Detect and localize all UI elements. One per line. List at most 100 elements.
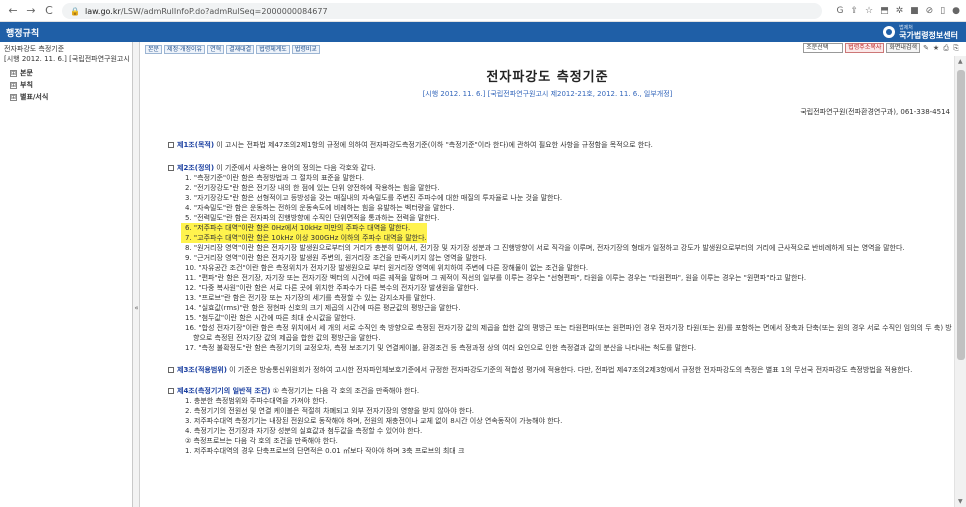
copy-law-address-button[interactable]: 법령주소복사 — [845, 43, 885, 53]
site-title: 행정규칙 — [6, 28, 40, 39]
browser-extension-icon[interactable]: ■ — [910, 6, 919, 16]
article-body: 이 기준은 방송통신위원회가 정하여 고시한 전자파인체보호기준에서 규정한 전… — [226, 366, 913, 374]
scroll-down-icon[interactable]: ▼ — [958, 498, 963, 505]
browser-extension-icon[interactable]: G — [836, 6, 843, 16]
browser-toolbar: ← → C 🔒 law.go.kr /LSW/admRulInfoP.do?ad… — [0, 0, 966, 22]
article-heading: 제4조(측정기기의 일반적 조건) ① 측정기기는 다음 각 호의 조건을 만족… — [141, 386, 954, 396]
in-page-search-button[interactable]: 화면내검색 — [886, 43, 920, 53]
article-body: ① 측정기기는 다음 각 호의 조건을 만족해야 한다. — [270, 387, 420, 395]
article: 제2조(정의) 이 기준에서 사용하는 용어의 정의는 다음 각호와 같다. 1.… — [141, 163, 954, 353]
tree-item-appendix[interactable]: ⊞ 별표/서식 — [0, 91, 132, 103]
logo-mark-icon — [883, 26, 896, 38]
tree-item-label: 부칙 — [20, 81, 33, 89]
tree-item-body[interactable]: ⊞ 본문 — [0, 67, 132, 79]
list-item: 13. "프로브"란 함은 전기장 또는 자기장의 세기를 측정할 수 있는 감… — [185, 294, 436, 302]
document-toolbar: 본문 제정·개정이유 연혁 결재대결 법령체계도 법령비교 조문선택 법령주소복… — [141, 42, 966, 56]
browser-extension-icon[interactable]: ▯ — [940, 6, 945, 16]
save-icon[interactable]: ⎘ — [952, 44, 960, 52]
list-item: 10. "자유공간 조건"이란 함은 측정위치가 전자기장 발생원으로 부터 원… — [185, 264, 589, 272]
list-item: 1. 저주파수대역의 경우 단축프로브의 단면적은 0.01 ㎡보다 작아야 하… — [185, 447, 465, 455]
national-law-center-logo[interactable]: 법제처 국가법령정보센터 — [883, 23, 958, 41]
reload-icon[interactable]: C — [40, 2, 58, 20]
list-item: 향으로 측정된 전자기장 값의 제곱을 합한 값의 평방근을 말한다. — [193, 334, 381, 342]
article-title[interactable]: 제3조(적용범위) — [177, 366, 227, 374]
article: 제3조(적용범위) 이 기준은 방송통신위원회가 정하여 고시한 전자파인체보호… — [141, 365, 954, 375]
browser-extension-icon[interactable]: ✲ — [896, 6, 904, 16]
expand-icon[interactable]: ⊞ — [10, 81, 17, 89]
browser-extension-icons: G ⇪ ☆ ⬒ ✲ ■ ⊘ ▯ ● — [836, 3, 960, 19]
list-item: 1. 충분한 측정범위와 주파수대역을 가져야 한다. — [185, 397, 328, 405]
list-item: 2. "전기장강도"란 함은 전기장 내의 한 점에 있는 단위 양전하에 작용… — [185, 184, 440, 192]
tree-item-label: 본문 — [20, 69, 33, 77]
list-item: 4. "자속밀도"란 함은 운동하는 전하의 운동속도에 비례하는 힘을 유발하… — [185, 204, 455, 212]
list-item: 11. "편파"란 함은 전기장, 자기장 또는 전자기장 벡터의 시간에 따른… — [185, 274, 807, 282]
expand-icon[interactable]: ⊞ — [10, 69, 17, 77]
article-checkbox[interactable] — [168, 388, 174, 394]
history-button[interactable]: 연혁 — [207, 44, 225, 54]
article-heading: 제1조(목적) 이 고시는 전파법 제47조의2제1항의 규정에 의하여 전자파… — [141, 140, 954, 150]
browser-extension-icon[interactable]: ⬒ — [880, 6, 889, 16]
article: 제4조(측정기기의 일반적 조건) ① 측정기기는 다음 각 호의 조건을 만족… — [141, 386, 954, 456]
browser-extension-icon[interactable]: ⇪ — [850, 6, 858, 16]
list-item: 4. 측정기기는 전기장과 자기장 성분의 실효값과 첨두값을 측정할 수 있어… — [185, 427, 423, 435]
highlighted-list-item: 7. "고주파수 대역"이란 함은 10kHz 이상 300GHz 이하의 주파… — [181, 233, 427, 243]
list-item: 3. "자기장강도"란 함은 선형적이고 등방성을 갖는 매질내의 자속밀도를 … — [185, 194, 563, 202]
back-icon[interactable]: ← — [4, 2, 22, 20]
article-select[interactable]: 조문선택 — [803, 43, 844, 53]
expand-icon[interactable]: ⊞ — [10, 93, 17, 101]
article-title[interactable]: 제2조(정의) — [177, 164, 214, 172]
article-title[interactable]: 제4조(측정기기의 일반적 조건) — [177, 387, 270, 395]
article-body: 이 기준에서 사용하는 용어의 정의는 다음 각호와 같다. — [214, 164, 376, 172]
pane-splitter[interactable]: « — [133, 42, 140, 507]
browser-extension-icon[interactable]: ⊘ — [926, 6, 934, 16]
law-hierarchy-button[interactable]: 법령체계도 — [256, 44, 290, 54]
left-pane-subtitle: [시행 2012. 11. 6.] [국립전파연구원고시 제20 — [4, 55, 132, 63]
collapse-pane-icon[interactable]: « — [133, 304, 140, 312]
article-title[interactable]: 제1조(목적) — [177, 141, 214, 149]
article-checkbox[interactable] — [168, 165, 174, 171]
list-item: 12. "다중 복사원"이란 함은 서로 다른 곳에 위치한 주파수가 다른 복… — [185, 284, 479, 292]
list-item: ② 측정프로브는 다음 각 호의 조건을 만족해야 한다. — [185, 437, 338, 445]
highlighted-list-item: 6. "저주파수 대역"이란 함은 0Hz에서 10kHz 미만의 주파수 대역… — [181, 223, 427, 233]
lock-icon: 🔒 — [70, 6, 80, 16]
url-path: /LSW/admRulInfoP.do?admRulSeq=2000000084… — [120, 6, 328, 16]
logo-big-text: 국가법령정보센터 — [899, 31, 958, 40]
article-body: 이 고시는 전파법 제47조의2제1항의 규정에 의하여 전자파강도측정기준(이… — [214, 141, 653, 149]
article: 제1조(목적) 이 고시는 전파법 제47조의2제1항의 규정에 의하여 전자파… — [141, 140, 954, 150]
url-host: law.go.kr — [84, 6, 121, 16]
scroll-up-icon[interactable]: ▲ — [958, 58, 963, 65]
list-item: 15. "첨두값"이란 함은 시간에 따른 최대 순시값을 말한다. — [185, 314, 356, 322]
article-checkbox[interactable] — [168, 367, 174, 373]
forward-icon[interactable]: → — [22, 2, 40, 20]
revision-reason-button[interactable]: 제정·개정이유 — [164, 44, 206, 54]
document-subtitle[interactable]: [시행 2012. 11. 6.] [국립전파연구원고시 제2012-21호, … — [141, 89, 954, 99]
site-header: 행정규칙 법제처 국가법령정보센터 — [0, 22, 966, 42]
article-heading: 제3조(적용범위) 이 기준은 방송통신위원회가 정하여 고시한 전자파인체보호… — [141, 365, 954, 375]
document-title: 전자파강도 측정기준 — [486, 70, 609, 85]
tree-item-addenda[interactable]: ⊞ 부칙 — [0, 79, 132, 91]
list-item: 16. "합성 전자기장"이란 함은 측정 위치에서 세 개의 서로 수직인 축… — [185, 324, 952, 332]
list-item: 1. "측정기준"이란 함은 측정방법과 그 절차의 표준을 말한다. — [185, 174, 365, 182]
address-bar[interactable]: 🔒 law.go.kr /LSW/admRulInfoP.do?admRulSe… — [62, 3, 822, 19]
browser-extension-icon[interactable]: ☆ — [865, 6, 873, 16]
article-checkbox[interactable] — [168, 142, 174, 148]
approval-button[interactable]: 결재대결 — [226, 44, 255, 54]
list-item: 8. "원거리장 영역"이란 함은 전자기장 발생원으로부터의 거리가 충분히 … — [185, 244, 905, 252]
body-button[interactable]: 본문 — [145, 44, 163, 54]
list-item: 5. "전력밀도"란 함은 전자파의 진행방향에 수직인 단위면적을 통과하는 … — [185, 214, 440, 222]
tree-item-label: 별표/서식 — [20, 93, 49, 101]
left-tree-pane: 전자파강도 측정기준 [시행 2012. 11. 6.] [국립전파연구원고시 … — [0, 42, 133, 507]
favorite-icon[interactable]: ★ — [932, 44, 940, 52]
list-item: 14. "실효값(rms)"란 함은 정현파 신호의 크기 제곱의 시간에 따른… — [185, 304, 461, 312]
document-content: 전자파강도 측정기준 [시행 2012. 11. 6.] [국립전파연구원고시 … — [141, 56, 954, 507]
list-item: 2. 측정기기의 전원선 및 연결 케이블은 적절히 차폐되고 외부 전자기장의… — [185, 407, 474, 415]
print-icon[interactable]: ⎙ — [942, 44, 950, 52]
list-item: 17. "측정 불확정도"란 함은 측정기기의 교정오차, 측정 보조기기 및 … — [185, 344, 697, 352]
logo-small-text: 법제처 — [899, 25, 913, 31]
list-item: 3. 저주파수대역 측정기기는 내장된 전원으로 동작해야 하며, 전원의 재충… — [185, 417, 563, 425]
scrollbar-thumb[interactable] — [957, 70, 965, 360]
edit-icon[interactable]: ✎ — [922, 44, 930, 52]
document-scrollbar[interactable]: ▲ ▼ — [954, 56, 966, 507]
law-compare-button[interactable]: 법령비교 — [291, 44, 320, 54]
browser-extension-icon[interactable]: ● — [952, 6, 960, 16]
